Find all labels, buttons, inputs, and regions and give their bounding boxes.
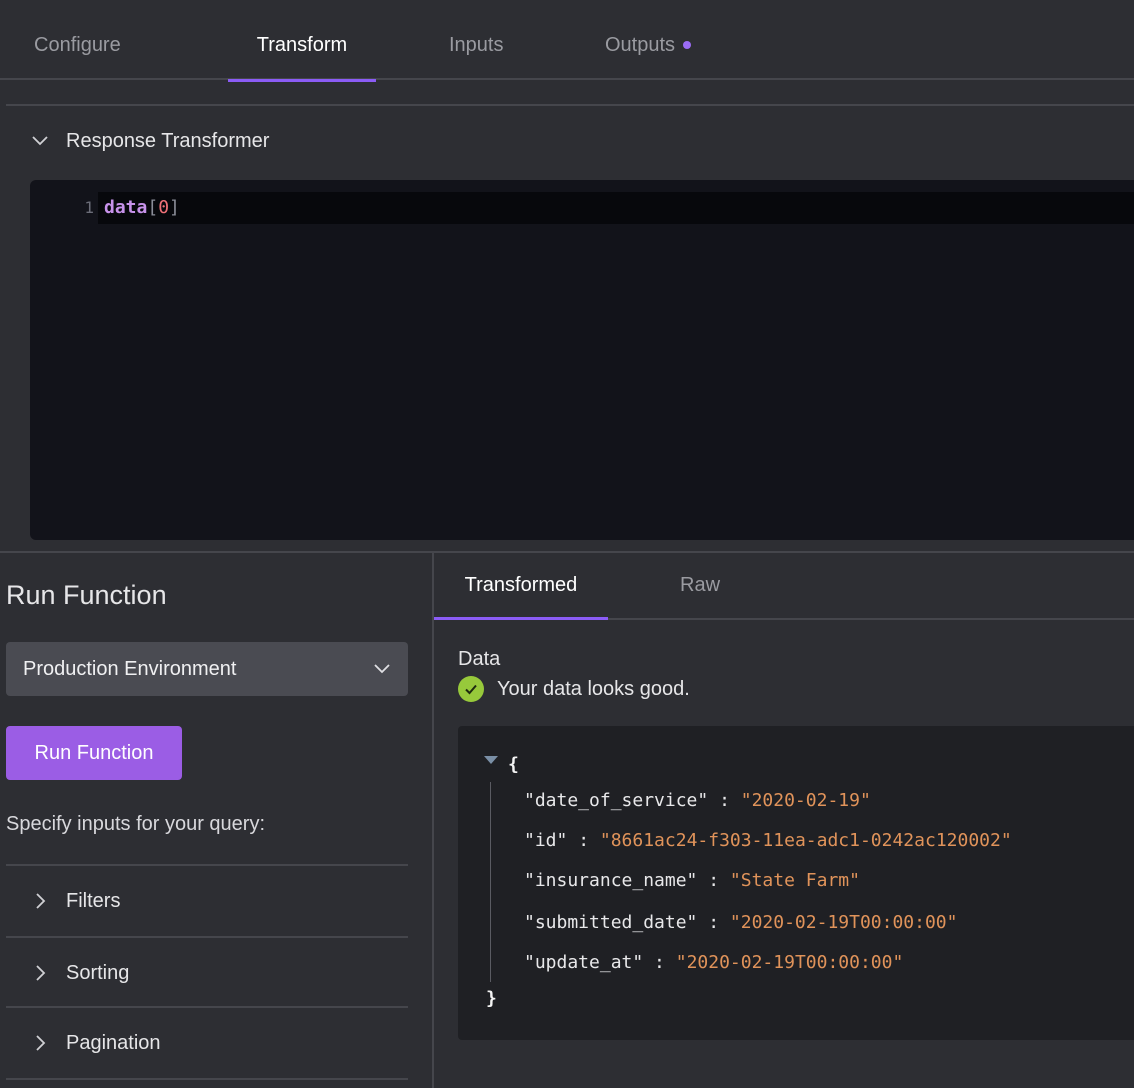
json-key: "insurance_name" bbox=[524, 870, 698, 891]
tab-label: Transform bbox=[256, 34, 348, 56]
code-line[interactable]: data[0] bbox=[104, 192, 180, 224]
accordion-filters[interactable]: Filters bbox=[6, 864, 408, 934]
chevron-down-icon bbox=[374, 664, 390, 674]
tab-label: Configure bbox=[34, 34, 121, 56]
indent-guide bbox=[490, 782, 491, 982]
code-bracket-open: [ bbox=[147, 197, 159, 218]
json-field-row: "update_at" : "2020-02-19T00:00:00" bbox=[524, 952, 904, 973]
top-tab-bar: Configure Transform Inputs Outputs bbox=[0, 0, 1134, 82]
inputs-hint: Specify inputs for your query: bbox=[6, 813, 266, 835]
run-function-button[interactable]: Run Function bbox=[6, 726, 182, 780]
tab-configure[interactable]: Configure bbox=[34, 0, 121, 80]
json-key: "update_at" bbox=[524, 952, 644, 973]
active-line-highlight bbox=[98, 192, 1134, 224]
code-identifier: data bbox=[104, 197, 148, 218]
active-tab-indicator bbox=[228, 79, 376, 82]
json-field-row: "id" : "8661ac24-f303-11ea-adc1-0242ac12… bbox=[524, 830, 1012, 851]
tab-transformed[interactable]: Transformed bbox=[434, 553, 608, 620]
line-number: 1 bbox=[84, 198, 94, 217]
json-field-row: "submitted_date" : "2020-02-19T00:00:00" bbox=[524, 912, 958, 933]
json-open-brace: { bbox=[508, 754, 519, 775]
json-key: "date_of_service" bbox=[524, 790, 709, 811]
accordion-pagination[interactable]: Pagination bbox=[6, 1006, 408, 1076]
chevron-right-icon bbox=[36, 1035, 46, 1051]
chevron-right-icon bbox=[36, 893, 46, 909]
environment-select[interactable]: Production Environment bbox=[6, 642, 408, 696]
response-transformer-toggle[interactable]: Response Transformer bbox=[30, 124, 269, 158]
environment-value: Production Environment bbox=[23, 658, 237, 680]
divider bbox=[6, 1078, 408, 1080]
tab-label: Outputs bbox=[605, 34, 676, 56]
data-label: Data bbox=[458, 648, 501, 670]
section-title: Response Transformer bbox=[66, 129, 270, 152]
tab-raw[interactable]: Raw bbox=[680, 553, 720, 618]
pane-divider-vertical[interactable] bbox=[432, 553, 434, 1088]
chevron-right-icon bbox=[36, 965, 46, 981]
code-editor[interactable]: 1 data[0] bbox=[30, 180, 1134, 540]
json-key: "submitted_date" bbox=[524, 912, 698, 933]
accordion-label: Pagination bbox=[66, 1032, 161, 1054]
json-field-row: "date_of_service" : "2020-02-19" bbox=[524, 790, 871, 811]
code-bracket-close: ] bbox=[169, 197, 180, 218]
tab-outputs[interactable]: Outputs bbox=[605, 0, 692, 80]
json-value: "2020-02-19T00:00:00" bbox=[729, 912, 958, 933]
tab-label: Raw bbox=[680, 574, 721, 596]
json-field-row: "insurance_name" : "State Farm" bbox=[524, 870, 860, 891]
tab-inputs[interactable]: Inputs bbox=[449, 0, 503, 80]
json-key: "id" bbox=[524, 830, 568, 851]
divider bbox=[6, 104, 1134, 106]
code-index: 0 bbox=[158, 197, 170, 218]
validation-message: Your data looks good. bbox=[497, 677, 690, 700]
active-tab-indicator bbox=[434, 617, 608, 620]
tab-label: Transformed bbox=[464, 574, 578, 596]
accordion-sorting[interactable]: Sorting bbox=[6, 936, 408, 1006]
tab-transform[interactable]: Transform bbox=[228, 0, 376, 82]
result-tab-bar: Transformed Raw bbox=[434, 553, 1134, 620]
status-dot-icon bbox=[683, 40, 692, 49]
check-circle-icon bbox=[458, 676, 484, 702]
run-function-title: Run Function bbox=[6, 580, 167, 610]
json-viewer: { "date_of_service" : "2020-02-19" "id" … bbox=[458, 726, 1134, 1040]
caret-down-icon[interactable] bbox=[484, 756, 498, 764]
accordion-label: Sorting bbox=[66, 962, 130, 984]
tab-label: Inputs bbox=[449, 34, 504, 56]
json-value: "8661ac24-f303-11ea-adc1-0242ac120002" bbox=[599, 830, 1012, 851]
json-value: "2020-02-19" bbox=[740, 790, 871, 811]
json-close-brace: } bbox=[486, 988, 497, 1009]
json-value: "2020-02-19T00:00:00" bbox=[675, 952, 904, 973]
json-value: "State Farm" bbox=[729, 870, 860, 891]
validation-status: Your data looks good. bbox=[458, 675, 690, 703]
chevron-down-icon bbox=[32, 136, 48, 146]
accordion-label: Filters bbox=[66, 890, 121, 912]
